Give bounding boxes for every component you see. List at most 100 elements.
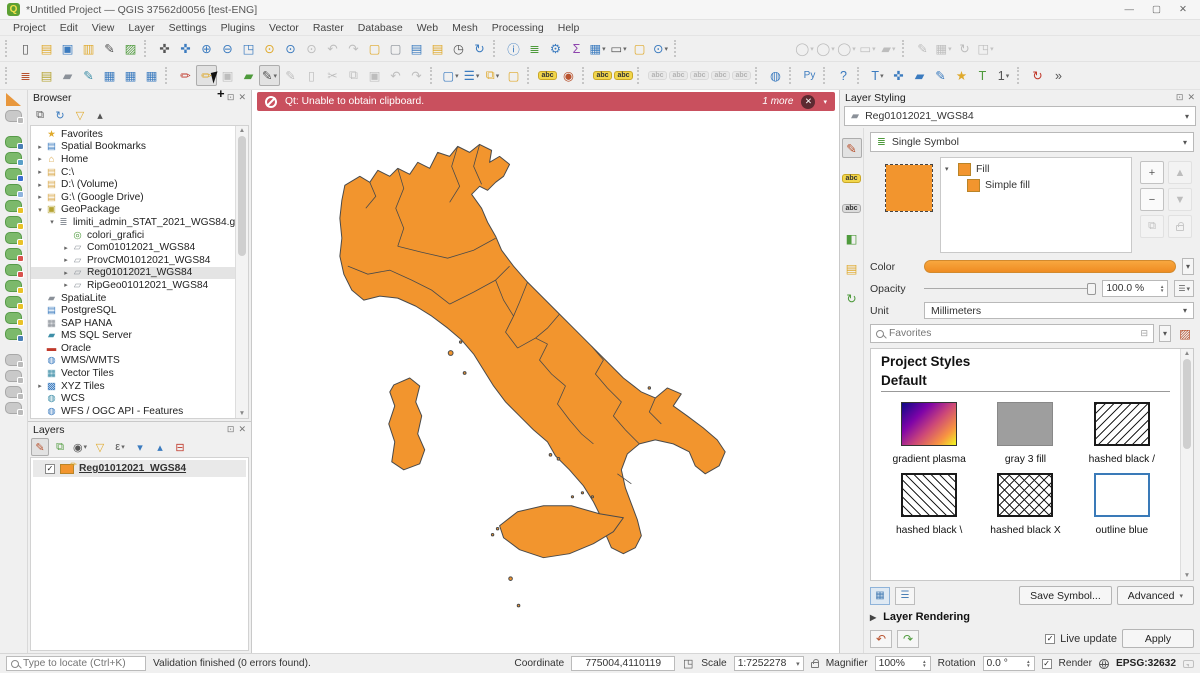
- select-features-button[interactable]: ▢: [440, 65, 461, 86]
- new-temporary-scratch-layer-button[interactable]: ▦: [99, 65, 120, 86]
- browser-item-google-drive[interactable]: ▸▤G:\ (Google Drive): [31, 191, 235, 204]
- browser-item-favorites[interactable]: ★Favorites: [31, 128, 235, 141]
- browser-close-button[interactable]: ✕: [238, 92, 246, 103]
- browser-item-wms[interactable]: ◍WMS/WMTS: [31, 355, 235, 368]
- text-annotation-button[interactable]: T: [972, 65, 993, 86]
- digitize-circular-string-button[interactable]: ◯: [794, 38, 815, 59]
- measure-button[interactable]: ▭: [608, 38, 629, 59]
- select-by-value-button[interactable]: ☰: [461, 65, 482, 86]
- close-button[interactable]: ✕: [1179, 4, 1187, 15]
- zoom-to-selection-button[interactable]: ⊙: [259, 38, 280, 59]
- zoom-to-layer-button[interactable]: ⊙: [280, 38, 301, 59]
- move-up-button[interactable]: ▲: [1168, 161, 1192, 184]
- browser-item-reg-layer[interactable]: ▸▱Reg01012021_WGS84: [31, 267, 235, 280]
- add-spatialite-layer-button[interactable]: [5, 216, 22, 228]
- add-vector-layer-button[interactable]: [5, 136, 22, 148]
- toolbar-overflow-button[interactable]: »: [1048, 65, 1069, 86]
- styling-redo-button[interactable]: ↷: [897, 630, 919, 648]
- magnifier-input[interactable]: [879, 658, 922, 669]
- new-geopackage-button[interactable]: ▤: [36, 65, 57, 86]
- browser-item-d-drive[interactable]: ▸▤D:\ (Volume): [31, 178, 235, 191]
- browser-item-spatialite[interactable]: ▰SpatiaLite: [31, 292, 235, 305]
- browser-item-com-layer[interactable]: ▸▱Com01012021_WGS84: [31, 241, 235, 254]
- menu-database[interactable]: Database: [351, 22, 410, 34]
- project-open-button[interactable]: ▤: [36, 38, 57, 59]
- move-feature-button[interactable]: ✎: [912, 38, 933, 59]
- menu-processing[interactable]: Processing: [485, 22, 551, 34]
- advanced-button[interactable]: Advanced: [1117, 586, 1194, 605]
- current-edits-button[interactable]: ✏: [175, 65, 196, 86]
- menu-web[interactable]: Web: [410, 22, 445, 34]
- opacity-input[interactable]: [1106, 283, 1159, 294]
- browser-refresh-button[interactable]: ↻: [51, 106, 69, 124]
- show-hide-labels-button[interactable]: abc: [647, 65, 668, 86]
- style-hashed-black-back[interactable]: hashed black \: [881, 473, 977, 536]
- add-polygon-feature-button[interactable]: ▰: [238, 65, 259, 86]
- zoom-full-button[interactable]: ◳: [238, 38, 259, 59]
- menu-mesh[interactable]: Mesh: [445, 22, 485, 34]
- filter-dropdown-button[interactable]: ▾: [1159, 325, 1171, 342]
- zoom-out-button[interactable]: ⊖: [217, 38, 238, 59]
- topology-tool-button[interactable]: [5, 110, 22, 122]
- add-mesh-layer-button[interactable]: [5, 168, 22, 180]
- open-layer-styling-button[interactable]: ✎: [31, 438, 49, 456]
- live-update-checkbox[interactable]: ✓: [1045, 634, 1055, 644]
- expand-all-button[interactable]: ▾: [131, 438, 149, 456]
- menu-view[interactable]: View: [85, 22, 122, 34]
- deselect-all-button[interactable]: ⧉: [482, 65, 503, 86]
- browser-scrollbar[interactable]: ▲▼: [235, 126, 248, 418]
- style-manager-button[interactable]: ▨: [120, 38, 141, 59]
- swap-direction-button[interactable]: ◳: [975, 38, 996, 59]
- rotation-input[interactable]: [987, 658, 1026, 669]
- message-close-button[interactable]: ✕: [801, 95, 815, 109]
- digitize-regular-polygon-button[interactable]: ▰: [878, 38, 899, 59]
- undo-button[interactable]: ↶: [385, 65, 406, 86]
- new-shapefile-layer-button[interactable]: ▰: [57, 65, 78, 86]
- new-map-view-button[interactable]: ▢: [364, 38, 385, 59]
- cut-features-button[interactable]: ✂: [322, 65, 343, 86]
- layer-diagram-button[interactable]: ◉: [558, 65, 579, 86]
- new-spatialite-layer-button[interactable]: ✎: [78, 65, 99, 86]
- metasearch-button[interactable]: ◍: [765, 65, 786, 86]
- layout-manager-button[interactable]: ✎: [99, 38, 120, 59]
- label-properties-button[interactable]: abc: [731, 65, 752, 86]
- browser-item-wcs[interactable]: ◍WCS: [31, 392, 235, 405]
- layer-rendering-section[interactable]: ▶ Layer Rendering: [870, 610, 1194, 624]
- scale-input[interactable]: [738, 658, 796, 669]
- save-symbol-button[interactable]: Save Symbol...: [1019, 586, 1112, 605]
- styles-scrollbar[interactable]: ▲▼: [1180, 349, 1193, 580]
- show-sum-button[interactable]: Σ: [566, 38, 587, 59]
- new-3d-map-view-button[interactable]: ▢: [385, 38, 406, 59]
- browser-properties-button[interactable]: [111, 106, 129, 124]
- lock-scale-icon[interactable]: [811, 662, 819, 668]
- change-label-button[interactable]: abc: [710, 65, 731, 86]
- move-annotation-button[interactable]: ✜: [888, 65, 909, 86]
- color-swatch-button[interactable]: [924, 260, 1176, 273]
- message-dropdown-caret[interactable]: ▾: [823, 98, 827, 106]
- tab-history[interactable]: ↻: [842, 288, 862, 308]
- minimize-button[interactable]: —: [1125, 4, 1135, 15]
- processing-toolbox-button[interactable]: ⚙: [545, 38, 566, 59]
- filter-legend-button[interactable]: ▽: [91, 438, 109, 456]
- style-gradient-plasma[interactable]: gradient plasma: [881, 402, 977, 465]
- statistical-summary-button[interactable]: ≣: [524, 38, 545, 59]
- layers-float-button[interactable]: ⊡: [227, 424, 235, 435]
- add-wcs-layer-button[interactable]: [5, 296, 22, 308]
- menu-edit[interactable]: Edit: [53, 22, 85, 34]
- browser-item-provcm-layer[interactable]: ▸▱ProvCM01012021_WGS84: [31, 254, 235, 267]
- styling-undo-button[interactable]: ↶: [870, 630, 892, 648]
- add-mssql-layer-button[interactable]: [5, 232, 22, 244]
- locator-search-button[interactable]: ⊙: [650, 38, 671, 59]
- menu-settings[interactable]: Settings: [162, 22, 214, 34]
- paste-features-button[interactable]: ▣: [364, 65, 385, 86]
- layer-labeling-button[interactable]: abc: [537, 65, 558, 86]
- map-canvas[interactable]: Qt: Unable to obtain clipboard. 1 more ✕…: [252, 90, 840, 653]
- styling-layer-combo[interactable]: ▰ Reg01012021_WGS84 ▾: [844, 106, 1196, 126]
- refresh-map-button[interactable]: ↻: [469, 38, 490, 59]
- spatial-bookmarks-button[interactable]: ▤: [406, 38, 427, 59]
- render-checkbox[interactable]: ✓: [1042, 659, 1052, 669]
- delete-selected-button[interactable]: ▯: [301, 65, 322, 86]
- tab-labels[interactable]: abc: [842, 168, 862, 188]
- list-view-button[interactable]: ☰: [895, 587, 915, 605]
- plugin-red-swirl-button[interactable]: ↻: [1027, 65, 1048, 86]
